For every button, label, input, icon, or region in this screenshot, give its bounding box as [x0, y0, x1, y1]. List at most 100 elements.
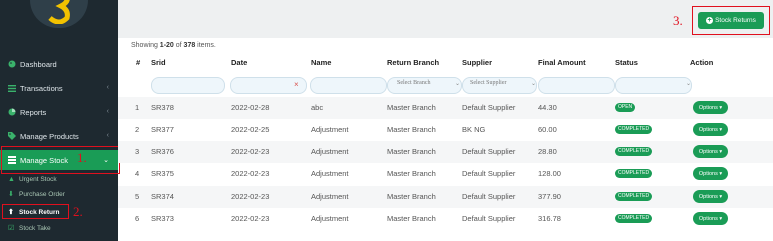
row-index: 4 [135, 169, 140, 178]
row-supplier: Default Supplier [462, 147, 516, 156]
name-filter-input[interactable] [310, 77, 387, 94]
table-row: 5 SR374 2022-02-23 Adjustment Master Branch D… [118, 186, 773, 208]
row-date: 2022-02-23 [231, 214, 270, 223]
column-header-final-amount[interactable]: Final Amount [538, 58, 586, 67]
row-return-branch: Master Branch [387, 192, 436, 201]
sidebar-subitem-stock-take[interactable]: ☑ Stock Take [0, 222, 118, 234]
column-header-supplier[interactable]: Supplier [462, 58, 492, 67]
annotation-box-stock-return [2, 204, 69, 219]
options-button[interactable]: Options ▾ [693, 167, 728, 180]
sidebar-subitem-urgent-stock[interactable]: ▲ Urgent Stock [0, 173, 118, 185]
row-final-amount: 128.00 [538, 169, 561, 178]
row-return-branch: Master Branch [387, 147, 436, 156]
row-name: Adjustment [311, 192, 349, 201]
table-row: 2 SR377 2022-02-25 Adjustment Master Branch B… [118, 119, 773, 141]
list-icon [7, 84, 16, 93]
row-supplier: Default Supplier [462, 103, 516, 112]
warning-icon: ▲ [8, 175, 15, 183]
column-header-name[interactable]: Name [311, 58, 331, 67]
status-badge: COMPLETED [615, 147, 653, 156]
row-srid: SR378 [151, 103, 174, 112]
column-header-status[interactable]: Status [615, 58, 638, 67]
row-index: 2 [135, 125, 140, 134]
row-index: 6 [135, 214, 140, 223]
row-supplier: Default Supplier [462, 214, 516, 223]
branch-filter-placeholder: Select Branch [397, 80, 431, 86]
sidebar-item-dashboard[interactable]: Dashboard [0, 54, 118, 74]
options-button[interactable]: Options ▾ [693, 101, 728, 114]
row-date: 2022-02-23 [231, 147, 270, 156]
chevron-down-icon: ⌄ [531, 81, 537, 87]
row-date: 2022-02-23 [231, 169, 270, 178]
annotation-number: 1. [77, 150, 87, 165]
row-final-amount: 44.30 [538, 103, 557, 112]
sidebar-item-label: Transactions [20, 83, 63, 93]
row-return-branch: Master Branch [387, 169, 436, 178]
row-name: Adjustment [311, 169, 349, 178]
row-final-amount: 316.78 [538, 214, 561, 223]
row-srid: SR376 [151, 147, 174, 156]
sidebar-item-label: Reports [20, 107, 47, 117]
items-summary: Showing 1-20 of 378 items. [131, 42, 216, 49]
row-final-amount: 377.90 [538, 192, 561, 201]
row-name: Adjustment [311, 125, 349, 134]
sidebar-item-reports[interactable]: Reports ‹ [0, 102, 118, 122]
chevron-left-icon: ‹ [106, 84, 109, 91]
sidebar-subitem-purchase-order[interactable]: ⬇ Purchase Order [0, 188, 118, 200]
column-header-date[interactable]: Date [231, 58, 247, 67]
plus-icon: + [706, 17, 714, 24]
options-button[interactable]: Options ▾ [693, 145, 728, 158]
status-badge: COMPLETED [615, 214, 653, 223]
stock-returns-button[interactable]: + Stock Returns [698, 12, 764, 29]
options-button[interactable]: Options ▾ [693, 212, 728, 225]
row-index: 3 [135, 147, 140, 156]
row-supplier: BK NG [462, 125, 486, 134]
sidebar-subitem-label: Stock Take [19, 224, 51, 232]
supplier-filter-placeholder: Select Supplier [470, 80, 507, 86]
sidebar-subitem-label: Purchase Order [19, 190, 65, 198]
row-srid: SR375 [151, 169, 174, 178]
row-date: 2022-02-28 [231, 103, 270, 112]
status-badge: COMPLETED [615, 192, 653, 201]
sidebar-subitem-label: Urgent Stock [19, 175, 57, 183]
arrow-down-icon: ⬇ [8, 191, 14, 198]
clear-date-icon[interactable]: × [294, 80, 299, 89]
chevron-left-icon: ‹ [106, 132, 109, 139]
table-row: 6 SR373 2022-02-23 Adjustment Master Branch D… [118, 208, 773, 230]
row-supplier: Default Supplier [462, 169, 516, 178]
column-header-return-branch[interactable]: Return Branch [387, 58, 439, 67]
annotation-number: 2. [73, 204, 83, 219]
options-button[interactable]: Options ▾ [693, 190, 728, 203]
table-row: 4 SR375 2022-02-23 Adjustment Master Branch D… [118, 163, 773, 185]
srid-filter-input[interactable] [151, 77, 225, 94]
pie-chart-icon [7, 108, 16, 117]
sidebar-item-transactions[interactable]: Transactions ‹ [0, 78, 118, 98]
row-name: abc [311, 103, 324, 112]
column-header-index: # [136, 58, 141, 67]
palette-icon [7, 60, 16, 69]
row-srid: SR373 [151, 214, 174, 223]
status-badge: COMPLETED [615, 169, 653, 178]
status-badge: OPEN [615, 103, 636, 112]
sidebar-item-manage-products[interactable]: Manage Products ‹ [0, 126, 118, 146]
chevron-down-icon: ⌄ [686, 81, 692, 87]
stock-returns-button-label: Stock Returns [715, 17, 756, 24]
row-name: Adjustment [311, 214, 349, 223]
options-button[interactable]: Options ▾ [693, 123, 728, 136]
sidebar-item-label: Dashboard [20, 59, 57, 69]
row-date: 2022-02-23 [231, 192, 270, 201]
chevron-left-icon: ‹ [106, 108, 109, 115]
tag-icon [7, 132, 16, 141]
sidebar-item-label: Manage Products [20, 131, 79, 141]
row-srid: SR377 [151, 125, 174, 134]
row-return-branch: Master Branch [387, 125, 436, 134]
status-filter-select[interactable] [615, 77, 692, 94]
annotation-number: 3. [673, 13, 683, 28]
row-srid: SR374 [151, 192, 174, 201]
row-final-amount: 28.80 [538, 147, 557, 156]
table-row: 3 SR376 2022-02-23 Adjustment Master Branch D… [118, 141, 773, 163]
amount-filter-input[interactable] [538, 77, 615, 94]
column-header-srid[interactable]: Srid [151, 58, 166, 67]
row-supplier: Default Supplier [462, 192, 516, 201]
row-index: 5 [135, 192, 140, 201]
